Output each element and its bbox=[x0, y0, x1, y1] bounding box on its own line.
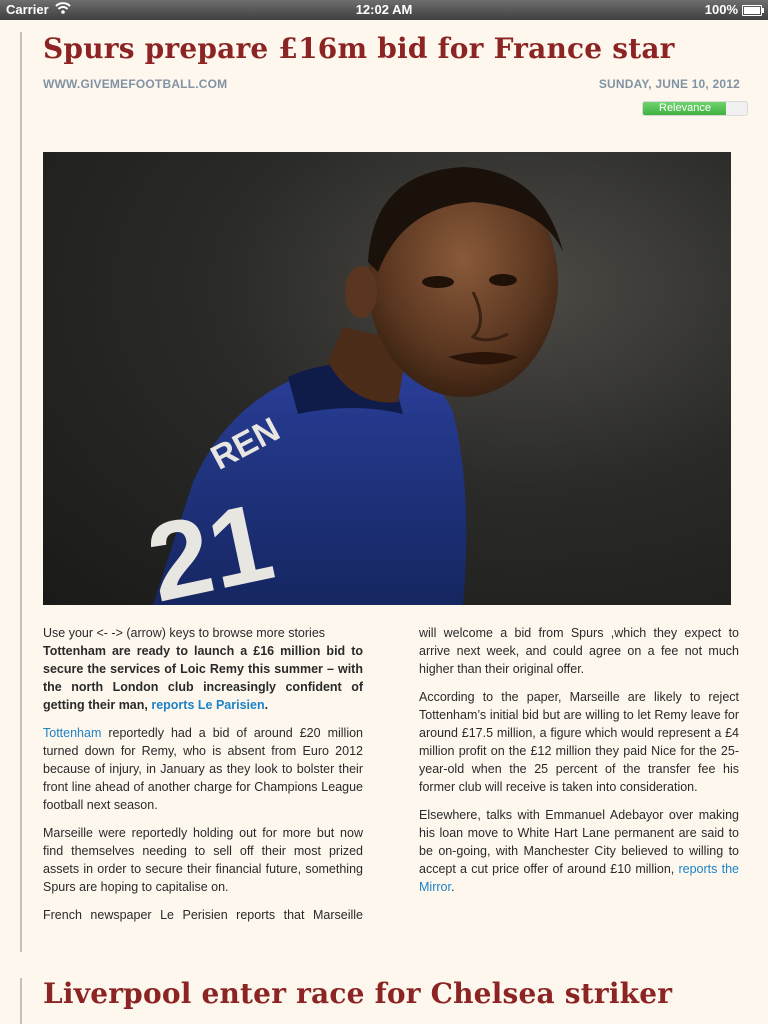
article-date: SUNDAY, JUNE 10, 2012 bbox=[598, 77, 740, 91]
next-article-title[interactable]: Liverpool enter race for Chelsea striker bbox=[43, 977, 672, 1010]
article-title[interactable]: Spurs prepare £16m bid for France star bbox=[43, 32, 675, 65]
tottenham-link[interactable]: Tottenham bbox=[43, 726, 101, 740]
navigation-hint: Use your <- -> (arrow) keys to browse mo… bbox=[43, 626, 326, 640]
relevance-meter: Relevance bbox=[642, 101, 748, 116]
le-parisien-link[interactable]: reports Le Parisien bbox=[151, 698, 264, 712]
paragraph-4-start: French newspaper Le Perisien reports tha… bbox=[43, 908, 363, 922]
article-column-left: Use your <- -> (arrow) keys to browse mo… bbox=[43, 624, 363, 934]
paragraph-4-end: will welcome a bid from Spurs ,which the… bbox=[419, 626, 739, 676]
paragraph-2: Tottenham reportedly had a bid of around… bbox=[43, 724, 363, 814]
article-source[interactable]: WWW.GIVEMEFOOTBALL.COM bbox=[43, 77, 227, 91]
relevance-label: Relevance bbox=[659, 102, 711, 114]
lead-end: . bbox=[264, 698, 269, 712]
status-bar: Carrier 12:02 AM 100% bbox=[0, 0, 768, 20]
story-divider-next bbox=[20, 978, 22, 1024]
article-column-right: will welcome a bid from Spurs ,which the… bbox=[419, 624, 739, 906]
paragraph-3: Marseille were reportedly holding out fo… bbox=[43, 826, 363, 894]
footballer-illustration: REN 21 bbox=[138, 167, 563, 605]
article-photo[interactable]: REN 21 bbox=[43, 152, 731, 605]
reader-page[interactable]: Spurs prepare £16m bid for France star W… bbox=[0, 20, 768, 1024]
status-time: 12:02 AM bbox=[355, 2, 413, 17]
battery-icon bbox=[742, 5, 764, 16]
battery-percent: 100% bbox=[704, 2, 738, 17]
paragraph-6: Elsewhere, talks with Emmanuel Adebayor … bbox=[419, 806, 739, 896]
paragraph-5: According to the paper, Marseille are li… bbox=[419, 690, 739, 794]
story-divider bbox=[20, 32, 22, 952]
svg-text:21: 21 bbox=[138, 480, 283, 605]
paragraph-6-end: . bbox=[450, 880, 455, 894]
article-lead: Tottenham are ready to launch a £16 mill… bbox=[43, 642, 363, 714]
